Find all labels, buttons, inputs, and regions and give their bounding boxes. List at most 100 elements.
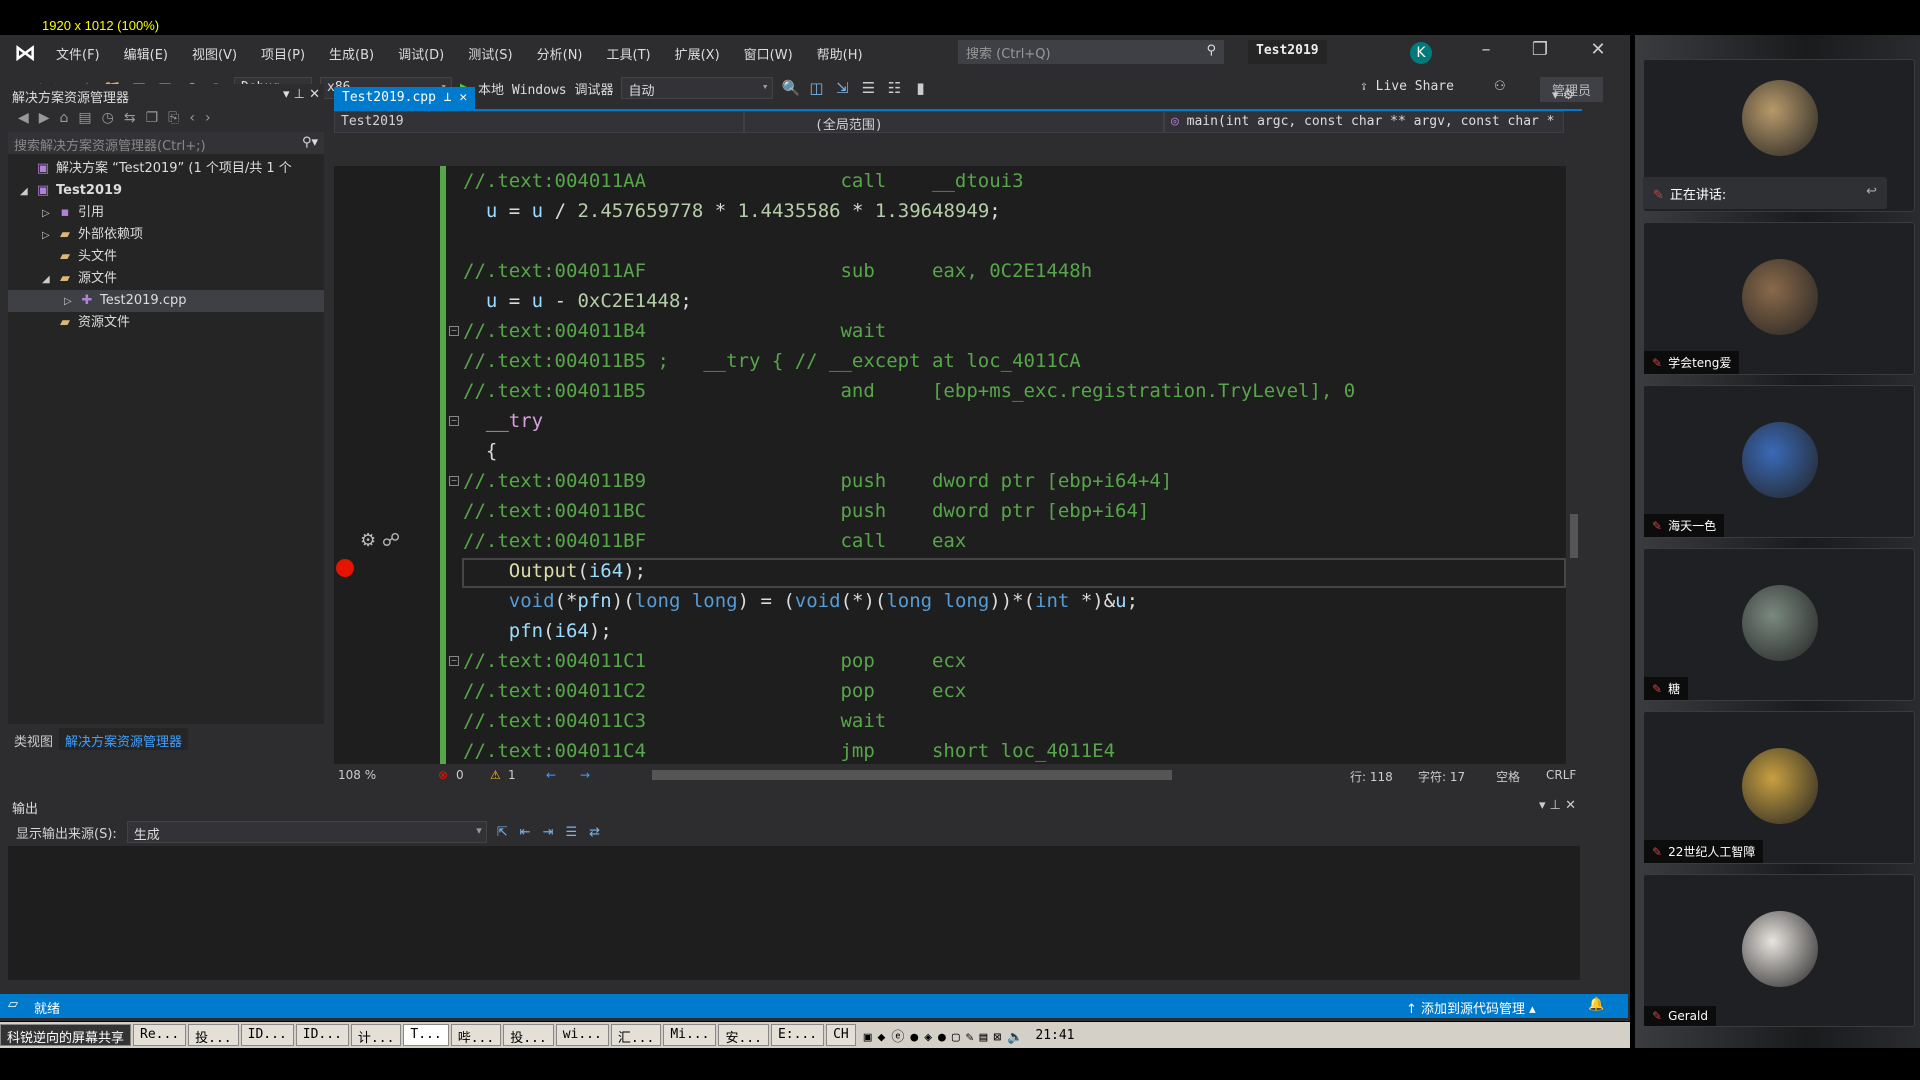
reply-icon[interactable]: ↩ bbox=[1866, 184, 1877, 199]
panel-controls-icons[interactable]: ▾ ⊥ ✕ bbox=[1539, 798, 1576, 813]
expander-icon[interactable]: ▷ bbox=[42, 203, 56, 225]
tree-item[interactable]: ◢ ▣ Test2019 bbox=[8, 180, 324, 202]
tree-item[interactable]: ▷ ▪ 引用 bbox=[8, 202, 324, 224]
zoom-select[interactable]: 108 % bbox=[338, 768, 376, 782]
close-tab-icon[interactable]: ✕ bbox=[459, 90, 467, 105]
solution-explorer-toolbar[interactable]: ◀▶⌂▤◷⇆❐⎘‹› bbox=[8, 106, 324, 132]
start-debug-button[interactable]: 本地 Windows 调试器 bbox=[478, 79, 613, 98]
bookmark-icon[interactable]: ▮ bbox=[911, 79, 929, 97]
menu-item[interactable]: 生成(B) bbox=[329, 44, 374, 63]
collapse-icon[interactable]: − bbox=[449, 326, 459, 336]
nav-forward-icon[interactable]: → bbox=[580, 768, 590, 782]
source-control-button[interactable]: ↑ 添加到源代码管理 ▴ bbox=[1406, 998, 1536, 1017]
taskbar-item[interactable]: 哔... bbox=[450, 1024, 502, 1046]
vertical-scrollbar[interactable] bbox=[1566, 166, 1582, 764]
tab-test2019-cpp[interactable]: Test2019.cpp ⊥ ✕ bbox=[334, 87, 476, 109]
code-line[interactable]: //.text:004011B4 wait bbox=[463, 316, 886, 346]
menu-item[interactable]: 测试(S) bbox=[468, 44, 512, 63]
menu-item[interactable]: 窗口(W) bbox=[744, 44, 793, 63]
menu-item[interactable]: 视图(V) bbox=[192, 44, 237, 63]
horizontal-scrollbar[interactable] bbox=[652, 770, 1172, 780]
taskbar-item[interactable]: 汇... bbox=[610, 1024, 662, 1046]
search-input[interactable]: 搜索 (Ctrl+Q) ⚲ bbox=[958, 40, 1224, 64]
tree-item[interactable]: ▰ 资源文件 bbox=[8, 312, 324, 334]
code-line[interactable]: u = u - 0xC2E1448; bbox=[463, 286, 692, 316]
scrollbar-thumb[interactable] bbox=[1570, 514, 1578, 558]
taskbar-item[interactable]: Mi... bbox=[663, 1024, 717, 1046]
nav-back-icon[interactable]: ← bbox=[546, 768, 556, 782]
error-count[interactable]: 0 bbox=[456, 768, 464, 782]
code-line[interactable]: //.text:004011C2 pop ecx bbox=[463, 676, 966, 706]
code-line[interactable]: void(*pfn)(long long) = (void(*)(long lo… bbox=[463, 586, 1138, 616]
breakpoint-icon[interactable] bbox=[336, 559, 354, 577]
taskbar-item[interactable]: wi... bbox=[555, 1024, 609, 1046]
feedback-icon[interactable]: ⚇ bbox=[1494, 79, 1506, 94]
tree-item[interactable]: ▷ ✚ Test2019.cpp bbox=[8, 290, 324, 312]
tree-item[interactable]: ▣ 解决方案 “Test2019” (1 个项目/共 1 个 bbox=[8, 158, 324, 180]
expander-icon[interactable]: ◢ bbox=[42, 269, 56, 291]
warning-count[interactable]: 1 bbox=[508, 768, 516, 782]
menu-item[interactable]: 分析(N) bbox=[537, 44, 583, 63]
code-line[interactable]: //.text:004011BF call eax bbox=[463, 526, 966, 556]
output-toolbar-icons[interactable]: ⇱⇤⇥☰⇄ bbox=[497, 825, 612, 840]
close-button[interactable]: ✕ bbox=[1578, 39, 1618, 60]
menu-item[interactable]: 编辑(E) bbox=[124, 44, 168, 63]
code-line[interactable]: //.text:004011B5 and [ebp+ms_exc.registr… bbox=[463, 376, 1355, 406]
menu-item[interactable]: 调试(D) bbox=[398, 44, 444, 63]
participant-tile[interactable]: ✎ 糖 bbox=[1643, 548, 1915, 701]
minimize-button[interactable]: – bbox=[1466, 39, 1506, 60]
menu-item[interactable]: 项目(P) bbox=[261, 44, 305, 63]
taskbar-item[interactable]: 计... bbox=[350, 1024, 402, 1046]
comment-icon[interactable]: ☷ bbox=[885, 79, 903, 97]
code-line[interactable]: pfn(i64); bbox=[463, 616, 612, 646]
collapse-icon[interactable]: − bbox=[449, 476, 459, 486]
expander-icon[interactable]: ▷ bbox=[42, 225, 56, 247]
nav-project-select[interactable]: Test2019 bbox=[334, 111, 744, 133]
solution-search-input[interactable]: 搜索解决方案资源管理器(Ctrl+;) ⚲▾ bbox=[8, 132, 324, 154]
notification-bell-icon[interactable]: 🔔 bbox=[1588, 997, 1604, 1012]
system-tray-icons[interactable]: ▣◆ⓔ●◈●▢✎▤⊠🔈 bbox=[864, 1026, 1030, 1045]
screen-share-indicator[interactable]: 科锐逆向的屏幕共享 bbox=[0, 1024, 132, 1046]
collapse-icon[interactable]: − bbox=[449, 416, 459, 426]
code-line[interactable]: __try bbox=[463, 406, 543, 436]
taskbar-item[interactable]: ID... bbox=[240, 1024, 294, 1046]
taskbar-item[interactable]: 投... bbox=[188, 1024, 239, 1046]
restore-button[interactable]: ❐ bbox=[1520, 39, 1560, 60]
output-source-select[interactable]: 生成 bbox=[126, 821, 487, 843]
code-editor[interactable]: //.text:004011AA call __dtoui3 u = u / 2… bbox=[334, 166, 1566, 764]
nav-member-select[interactable]: ◎ main(int argc, const char ** argv, con… bbox=[1164, 111, 1564, 133]
step-icon[interactable]: ⇲ bbox=[833, 79, 851, 97]
run-mode-select[interactable]: 自动 bbox=[621, 77, 774, 99]
menu-item[interactable]: 帮助(H) bbox=[817, 44, 863, 63]
participant-tile[interactable]: ✎ 学会teng爱 bbox=[1643, 222, 1915, 375]
tab-solution-explorer[interactable]: 解决方案资源管理器 bbox=[59, 728, 189, 750]
find-icon[interactable]: 🔍 bbox=[781, 79, 800, 97]
taskbar-item[interactable]: 安... bbox=[718, 1024, 769, 1046]
taskbar-item[interactable]: T... bbox=[403, 1024, 449, 1046]
code-line[interactable]: //.text:004011AF sub eax, 0C2E1448h bbox=[463, 256, 1092, 286]
tree-item[interactable]: ◢ ▰ 源文件 bbox=[8, 268, 324, 290]
tab-class-view[interactable]: 类视图 bbox=[8, 728, 59, 750]
taskbar-item[interactable]: Re... bbox=[133, 1024, 187, 1046]
taskbar-item[interactable]: 投... bbox=[503, 1024, 554, 1046]
taskbar-item[interactable]: E:... bbox=[770, 1024, 825, 1046]
nav-scope-select[interactable]: (全局范围) bbox=[744, 111, 1164, 133]
code-line[interactable]: //.text:004011B9 push dword ptr [ebp+i64… bbox=[463, 466, 1172, 496]
pin-icon[interactable]: ⊥ bbox=[444, 90, 452, 105]
indent-icon[interactable]: ☰ bbox=[859, 79, 877, 97]
code-line[interactable]: //.text:004011B5 ; __try { // __except a… bbox=[463, 346, 1081, 376]
language-indicator[interactable]: CH bbox=[826, 1024, 856, 1046]
code-line[interactable]: //.text:004011C4 jmp short loc_4011E4 bbox=[463, 736, 1115, 764]
tab-menu-icon[interactable]: ▾ ⚙ bbox=[1552, 88, 1574, 103]
screenshot-icon[interactable]: ◫ bbox=[807, 79, 825, 97]
pin-close-icons[interactable]: ▾ ⊥ ✕ bbox=[283, 87, 320, 103]
tree-item[interactable]: ▰ 头文件 bbox=[8, 246, 324, 268]
tree-item[interactable]: ▷ ▰ 外部依赖项 bbox=[8, 224, 324, 246]
live-share-button[interactable]: ⇪ Live Share bbox=[1360, 79, 1454, 94]
code-line[interactable]: { bbox=[463, 436, 497, 466]
code-line[interactable]: //.text:004011AA call __dtoui3 bbox=[463, 166, 1024, 196]
participant-tile[interactable]: ✎ 22世纪人工智障 bbox=[1643, 711, 1915, 864]
expander-icon[interactable]: ▷ bbox=[64, 291, 78, 313]
participant-tile[interactable]: ✎ 海天一色 bbox=[1643, 385, 1915, 538]
menu-item[interactable]: 文件(F) bbox=[56, 44, 100, 63]
